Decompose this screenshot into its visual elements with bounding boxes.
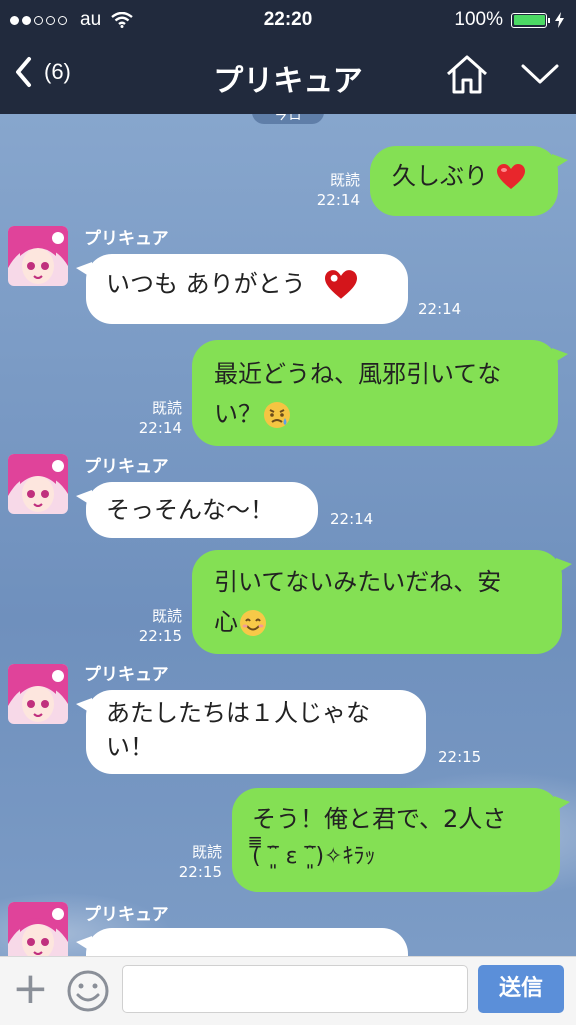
chevron-left-icon xyxy=(16,57,31,87)
read-receipt: 既読 22:14 xyxy=(316,171,360,209)
message-input[interactable] xyxy=(122,965,468,1013)
message-bubble[interactable]: あたしたちは１人じゃな い！ xyxy=(76,690,426,774)
message-bubble[interactable]: いつも ありがとう xyxy=(76,254,408,324)
message-bubble[interactable]: そう！俺と君で、2人さ (̅̅̅̅ ‾͈̑ ε ‾͈̑)✧ｷﾗｯ xyxy=(232,788,570,892)
avatar[interactable] xyxy=(8,454,68,514)
plus-icon[interactable]: + xyxy=(12,967,49,1011)
read-receipt: 既読 22:15 xyxy=(138,607,182,645)
status-bar: au 22:20 100% xyxy=(0,0,576,40)
message-bubble[interactable]: 最近どうね、風邪引いてな い？ xyxy=(192,340,568,446)
avatar[interactable] xyxy=(8,664,68,724)
message-time: 22:14 xyxy=(418,300,462,318)
battery-percent: 100% xyxy=(454,9,503,30)
message-bubble[interactable]: 久しぶり xyxy=(370,146,568,216)
message-time: 22:15 xyxy=(438,748,482,766)
heart-icon xyxy=(496,164,525,189)
nav-bar: (6) プリキュア xyxy=(0,40,576,114)
chat-area[interactable]: 今日 既読 22:14 久しぶり プリキュア いつも ありがとう 22:14 既読… xyxy=(0,114,576,956)
read-receipt: 既読 22:14 xyxy=(138,399,182,437)
sender-name: プリキュア xyxy=(84,665,169,685)
message-text: あたしたちは１人じゃな xyxy=(106,699,370,727)
unread-count: (6) xyxy=(44,59,71,84)
message-toolbar: + 送信 xyxy=(0,956,576,1025)
message-text: そう！俺と君で、2人さ xyxy=(252,805,507,833)
smiling-face-icon xyxy=(240,610,266,636)
sender-name: プリキュア xyxy=(84,905,169,925)
avatar[interactable] xyxy=(8,226,68,286)
sender-name: プリキュア xyxy=(84,229,169,249)
date-separator: 今日 xyxy=(252,114,324,124)
emoji-icon[interactable] xyxy=(66,969,110,1013)
send-button[interactable]: 送信 xyxy=(478,965,564,1013)
message-bubble[interactable]: 引いてないみたいだね、安 心 xyxy=(192,550,572,654)
message-bubble[interactable] xyxy=(76,928,408,956)
message-text: 最近どうね、風邪引いてな xyxy=(214,360,502,388)
message-text: 久しぶり xyxy=(392,162,488,190)
back-button[interactable]: (6) xyxy=(14,56,71,88)
worried-face-icon xyxy=(264,402,290,428)
message-bubble[interactable]: そっそんな〜！ xyxy=(76,482,318,538)
charging-bolt-icon xyxy=(555,12,564,28)
message-time: 22:14 xyxy=(330,510,374,528)
sender-name: プリキュア xyxy=(84,457,169,477)
message-text: そっそんな〜！ xyxy=(106,496,274,524)
battery-icon xyxy=(511,12,550,28)
home-icon[interactable] xyxy=(444,54,490,96)
avatar[interactable] xyxy=(8,902,68,956)
message-text: いつも ありがとう xyxy=(106,270,306,298)
read-receipt: 既読 22:15 xyxy=(178,843,222,881)
message-text: 引いてないみたいだね、安 xyxy=(214,568,502,596)
chevron-down-icon[interactable] xyxy=(520,62,560,86)
heart-icon xyxy=(325,270,358,299)
